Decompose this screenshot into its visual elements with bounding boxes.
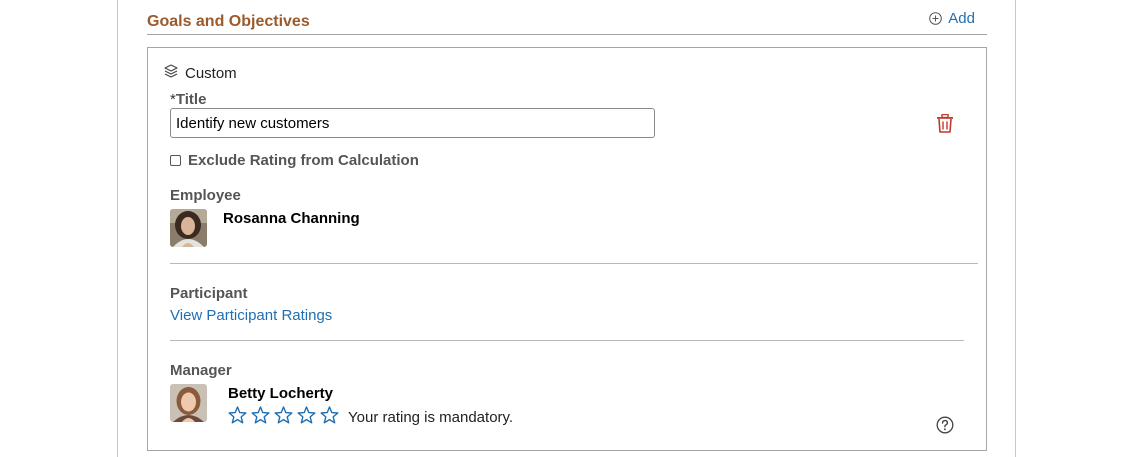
rating-star-3[interactable] — [274, 406, 293, 424]
view-participant-ratings-link[interactable]: View Participant Ratings — [170, 307, 332, 324]
employee-divider — [170, 263, 978, 264]
plus-circle-icon — [929, 12, 943, 25]
employee-heading: Employee — [170, 187, 241, 204]
exclude-rating-label: Exclude Rating from Calculation — [188, 152, 419, 169]
manager-heading: Manager — [170, 362, 232, 379]
exclude-rating-row: Exclude Rating from Calculation — [170, 152, 419, 169]
rating-mandatory-note: Your rating is mandatory. — [348, 409, 514, 426]
goal-title-input[interactable] — [170, 108, 655, 138]
add-goal-button[interactable]: Add — [929, 10, 975, 27]
rating-star-5[interactable] — [320, 406, 339, 424]
rating-star-1[interactable] — [228, 406, 247, 424]
participant-divider — [170, 340, 964, 341]
question-circle-icon — [936, 416, 954, 438]
help-button[interactable] — [936, 416, 954, 439]
exclude-rating-checkbox[interactable] — [170, 155, 181, 166]
manager-name: Betty Locherty — [228, 385, 334, 402]
section-header: Goals and Objectives Add — [147, 0, 987, 35]
layers-icon — [164, 64, 178, 82]
delete-goal-button[interactable] — [936, 113, 954, 138]
trash-icon — [936, 113, 954, 137]
title-label: *Title — [170, 91, 206, 108]
rating-star-2[interactable] — [251, 406, 270, 424]
participant-heading: Participant — [170, 285, 248, 302]
goal-type-label: Custom — [185, 64, 237, 82]
add-label: Add — [948, 10, 975, 27]
goal-type: Custom — [164, 64, 237, 82]
manager-rating-stars — [228, 406, 339, 424]
title-label-text: Title — [175, 91, 207, 108]
manager-avatar — [170, 384, 207, 422]
employee-avatar — [170, 209, 207, 247]
section-title: Goals and Objectives — [147, 13, 310, 30]
employee-name: Rosanna Channing — [223, 210, 360, 227]
rating-star-4[interactable] — [297, 406, 316, 424]
goal-card: Custom *Title Exclude Rating from Calcul… — [147, 47, 987, 451]
